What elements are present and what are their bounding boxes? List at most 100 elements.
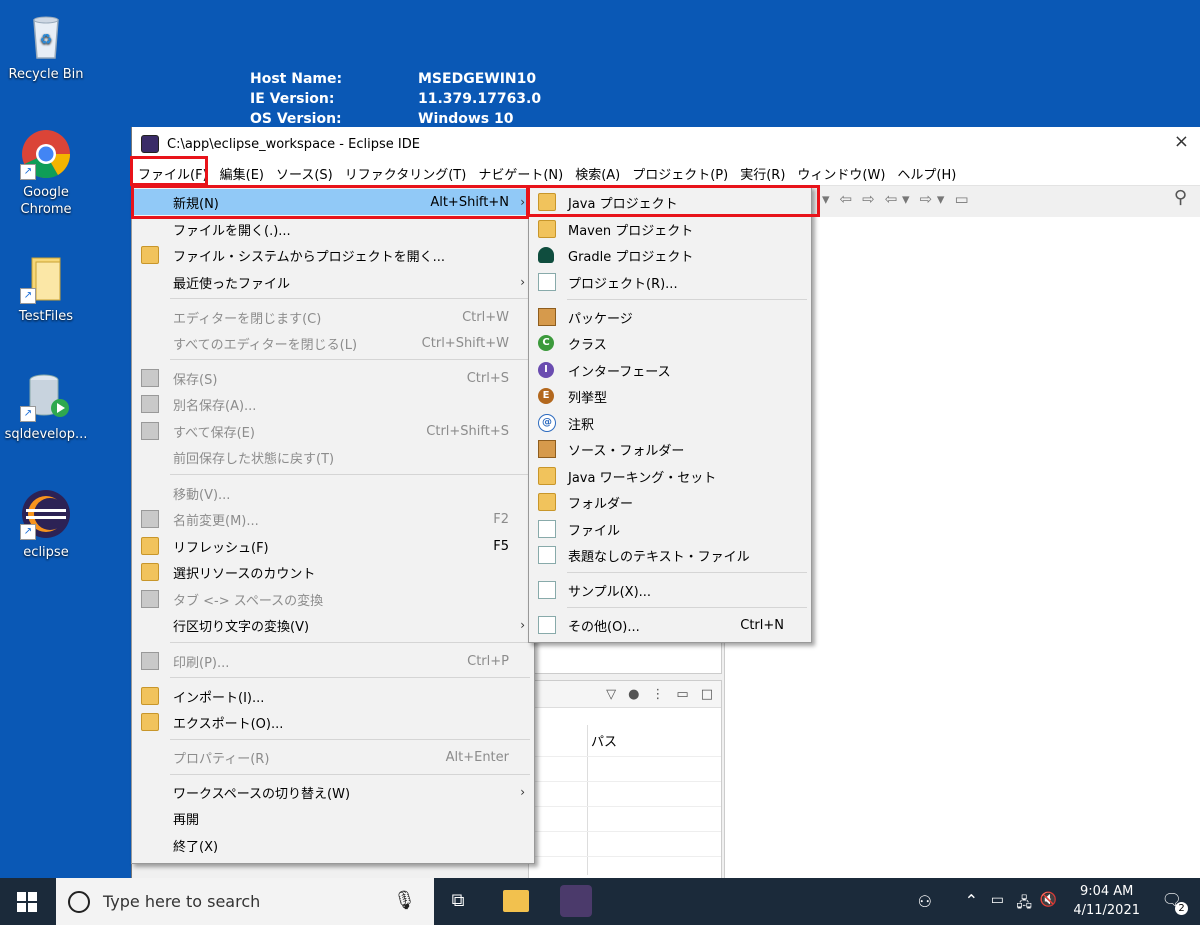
table-row-line: [529, 806, 721, 807]
menu-file[interactable]: ファイル(F): [132, 164, 214, 183]
submenu-item-file[interactable]: ファイル: [530, 516, 810, 542]
lower-view-panel: ▽ ● ⋮ ▭ □ パス: [528, 680, 722, 880]
menu-separator: [567, 572, 807, 573]
menu-search[interactable]: 検索(A): [569, 164, 626, 183]
desktop-icon-recycle-bin[interactable]: ♻ Recycle Bin: [1, 10, 91, 83]
bginfo-value: 11.379.17763.0: [418, 91, 542, 107]
file-explorer-icon[interactable]: [503, 890, 529, 912]
menu-item-label: 保存(S): [173, 372, 218, 388]
minimize-icon[interactable]: ▭: [676, 687, 688, 702]
menu-window[interactable]: ウィンドウ(W): [791, 164, 891, 183]
menu-item-export[interactable]: エクスポート(O)...: [133, 709, 533, 735]
clock[interactable]: 9:04 AM 4/11/2021: [1073, 882, 1140, 920]
submenu-item-project[interactable]: プロジェクト(R)...: [530, 269, 810, 295]
menu-item-shortcut: Alt+Shift+N: [430, 194, 509, 210]
menu-item-open-file[interactable]: ファイルを開く(.)...: [133, 216, 533, 242]
menu-item-rename[interactable]: 名前変更(M)... F2: [133, 506, 533, 532]
submenu-item-working-set[interactable]: Java ワーキング・セット: [530, 463, 810, 489]
file-icon: [538, 520, 556, 538]
submenu-item-enum[interactable]: E 列挙型: [530, 383, 810, 409]
filter-icon[interactable]: ▽: [606, 687, 616, 702]
menu-item-refresh[interactable]: リフレッシュ(F) F5: [133, 533, 533, 559]
submenu-item-class[interactable]: C クラス: [530, 330, 810, 356]
refresh-icon: [141, 537, 159, 555]
menu-item-print[interactable]: 印刷(P)... Ctrl+P: [133, 648, 533, 674]
menu-item-new[interactable]: 新規(N) Alt+Shift+N ›: [133, 189, 533, 215]
menu-item-close-all-editors[interactable]: すべてのエディターを閉じる(L) Ctrl+Shift+W: [133, 330, 533, 356]
people-icon[interactable]: ⚇: [918, 892, 932, 911]
menu-item-restart[interactable]: 再開: [133, 805, 533, 831]
submenu-item-annotation[interactable]: @ 注釈: [530, 410, 810, 436]
toolbar-nav-icon[interactable]: ▾: [822, 190, 830, 208]
menu-item-switch-workspace[interactable]: ワークスペースの切り替え(W) ›: [133, 779, 533, 805]
forward-icon[interactable]: ⇨ ▾: [920, 190, 945, 208]
taskbar-search-box[interactable]: Type here to search 🎙: [56, 878, 434, 925]
menu-item-open-projects[interactable]: ファイル・システムからプロジェクトを開く...: [133, 242, 533, 268]
menu-edit[interactable]: 編集(E): [214, 164, 270, 183]
close-icon[interactable]: ×: [1174, 131, 1189, 152]
bginfo-value: MSEDGEWIN10: [418, 71, 537, 87]
menu-item-label: リフレッシュ(F): [173, 540, 269, 556]
menu-item-count-resources[interactable]: 選択リソースのカウント: [133, 559, 533, 585]
back-annotation-icon[interactable]: ⇦: [840, 190, 853, 208]
menu-item-save-all[interactable]: すべて保存(E) Ctrl+Shift+S: [133, 418, 533, 444]
menu-item-convert-tabs[interactable]: タブ <-> スペースの変換: [133, 586, 533, 612]
menu-source[interactable]: ソース(S): [270, 164, 339, 183]
menu-item-label: 行区切り文字の変換(V): [173, 619, 310, 635]
forward-annotation-icon[interactable]: ⇨: [862, 190, 875, 208]
submenu-item-other[interactable]: その他(O)... Ctrl+N: [530, 612, 810, 638]
submenu-item-folder[interactable]: フォルダー: [530, 489, 810, 515]
menu-item-import[interactable]: インポート(I)...: [133, 683, 533, 709]
search-icon[interactable]: ⚲: [1174, 187, 1187, 208]
bginfo-panel: Host Name: MSEDGEWIN10 IE Version: 11.379.…: [250, 69, 541, 129]
microphone-icon[interactable]: 🎙: [393, 890, 416, 911]
submenu-arrow-icon: ›: [520, 195, 525, 209]
battery-icon[interactable]: ▭: [991, 892, 1004, 908]
submenu-item-untitled-text-file[interactable]: 表題なしのテキスト・ファイル: [530, 542, 810, 568]
windows-start-icon[interactable]: [17, 892, 37, 912]
menu-item-close-editor[interactable]: エディターを閉じます(C) Ctrl+W: [133, 304, 533, 330]
group-icon[interactable]: ●: [628, 687, 639, 702]
submenu-item-source-folder[interactable]: ソース・フォルダー: [530, 436, 810, 462]
menu-navigate[interactable]: ナビゲート(N): [472, 164, 569, 183]
menu-item-label: エディターを閉じます(C): [173, 311, 322, 327]
maximize-icon[interactable]: □: [701, 687, 713, 702]
menu-item-move[interactable]: 移動(V)...: [133, 480, 533, 506]
view-menu-icon[interactable]: ⋮: [651, 687, 664, 702]
menu-run[interactable]: 実行(R): [734, 164, 791, 183]
menu-item-convert-line-delimiters[interactable]: 行区切り文字の変換(V) ›: [133, 612, 533, 638]
task-view-icon[interactable]: ⧉: [443, 886, 473, 916]
menu-help[interactable]: ヘルプ(H): [891, 164, 962, 183]
menu-project[interactable]: プロジェクト(P): [626, 164, 734, 183]
submenu-item-interface[interactable]: I インターフェース: [530, 357, 810, 383]
menu-item-save-as[interactable]: 別名保存(A)...: [133, 391, 533, 417]
open-perspective-icon[interactable]: ▭: [954, 190, 968, 208]
submenu-item-example[interactable]: サンプル(X)...: [530, 577, 810, 603]
back-icon[interactable]: ⇦ ▾: [885, 190, 910, 208]
menu-item-label: 再開: [173, 812, 200, 828]
menu-item-recent-files[interactable]: 最近使ったファイル ›: [133, 269, 533, 295]
submenu-item-gradle-project[interactable]: Gradle プロジェクト: [530, 242, 810, 268]
menu-item-properties[interactable]: プロパティー(R) Alt+Enter: [133, 744, 533, 770]
menu-item-exit[interactable]: 終了(X): [133, 832, 533, 858]
chevron-up-icon[interactable]: ⌃: [965, 891, 978, 910]
desktop-icon-eclipse[interactable]: ↗ eclipse: [1, 488, 91, 561]
desktop-icon-chrome[interactable]: ↗ Google Chrome: [1, 128, 91, 218]
eclipse-taskbar-icon[interactable]: [560, 885, 592, 917]
volume-muted-icon[interactable]: 🔇: [1040, 892, 1057, 908]
title-bar[interactable]: C:\app\eclipse_workspace - Eclipse IDE ×: [132, 127, 1200, 161]
network-icon[interactable]: 🖧: [1016, 892, 1032, 916]
menu-item-label: プロジェクト(R)...: [568, 276, 678, 292]
menu-item-label: 表題なしのテキスト・ファイル: [568, 549, 750, 565]
desktop-icon-testfiles[interactable]: ↗ TestFiles: [1, 252, 91, 325]
menu-item-revert[interactable]: 前回保存した状態に戻す(T): [133, 444, 533, 470]
desktop-icon-label: Recycle Bin: [8, 67, 84, 82]
submenu-item-maven-project[interactable]: Maven プロジェクト: [530, 216, 810, 242]
menu-refactor[interactable]: リファクタリング(T): [339, 164, 473, 183]
submenu-item-package[interactable]: パッケージ: [530, 304, 810, 330]
submenu-item-java-project[interactable]: Java プロジェクト: [530, 189, 810, 215]
submenu-arrow-icon: ›: [520, 785, 525, 799]
menu-item-save[interactable]: 保存(S) Ctrl+S: [133, 365, 533, 391]
menu-item-label: サンプル(X)...: [568, 584, 652, 600]
desktop-icon-sqldeveloper[interactable]: ↗ sqldevelop...: [1, 370, 91, 443]
